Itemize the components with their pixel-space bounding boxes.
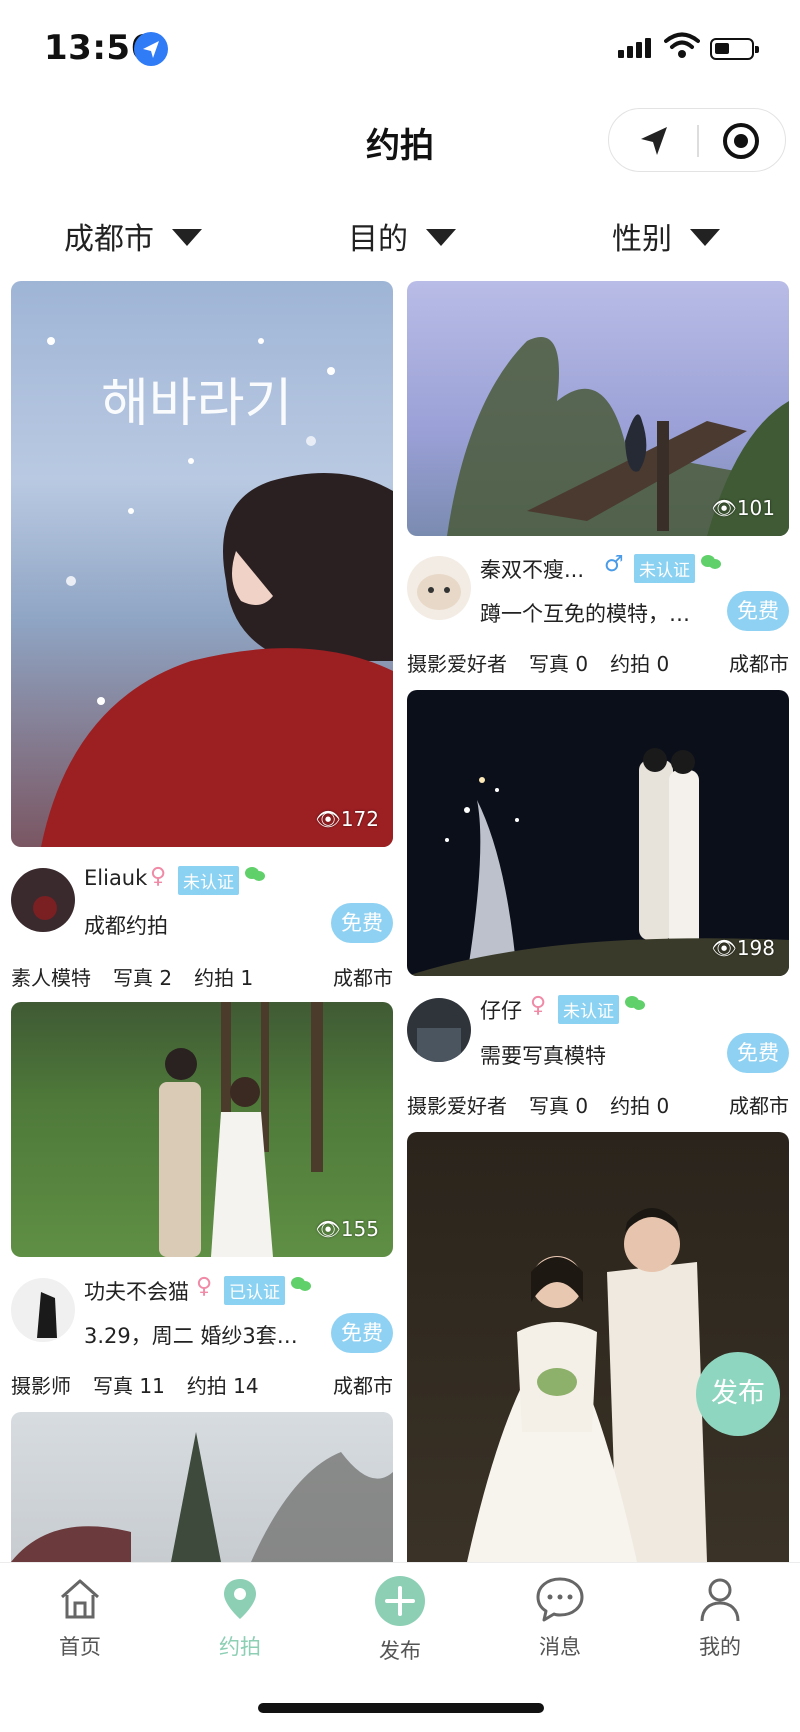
eye-icon: 👁 (315, 1217, 341, 1241)
home-icon (61, 1579, 99, 1619)
svg-text:해바라기: 해바라기 (101, 374, 292, 434)
eye-icon: 👁 (711, 496, 737, 520)
avatar[interactable] (11, 868, 75, 932)
post-photo[interactable]: 👁198 (407, 690, 789, 976)
cellular-signal-icon (618, 38, 654, 58)
female-icon: ♀ (530, 993, 547, 1018)
username[interactable]: 功夫不会猫 (84, 1276, 189, 1306)
location-pin-icon (224, 1579, 256, 1619)
post-description[interactable]: 蹲一个互免的模特，我... (480, 598, 710, 628)
tab-mine[interactable]: 我的 (660, 1575, 780, 1661)
post-photo[interactable] (11, 1412, 393, 1562)
user-stats: 素人模特 写真 2 约拍 1 (11, 966, 254, 990)
wifi-icon (664, 32, 700, 64)
dropdown-arrow-icon (690, 229, 720, 246)
filter-purpose[interactable]: 目的 (348, 214, 456, 258)
post-description[interactable]: 需要写真模特 (480, 1040, 710, 1070)
username[interactable]: 仔仔 (480, 995, 522, 1025)
verify-badge: 未认证 (558, 995, 619, 1024)
female-icon: ♀ (150, 864, 167, 889)
post-photo[interactable] (407, 1132, 789, 1562)
city-label: 成都市 (729, 1094, 789, 1118)
username[interactable]: Eliauk (84, 866, 147, 890)
avatar[interactable] (407, 556, 471, 620)
wechat-icon (290, 1276, 312, 1296)
view-count: 👁155 (315, 1217, 379, 1241)
tab-home[interactable]: 首页 (20, 1575, 140, 1661)
verify-badge: 未认证 (178, 866, 239, 895)
post-photo[interactable]: 👁155 (11, 1002, 393, 1257)
wechat-icon (700, 554, 722, 574)
eye-icon: 👁 (315, 807, 341, 831)
price-badge: 免费 (331, 1313, 393, 1353)
post-description[interactable]: 成都约拍 (84, 910, 314, 940)
target-close-icon[interactable] (721, 121, 761, 165)
battery-icon (710, 38, 759, 60)
dropdown-arrow-icon (426, 229, 456, 246)
avatar[interactable] (407, 998, 471, 1062)
view-count: 👁198 (711, 936, 775, 960)
filter-gender[interactable]: 性别 (612, 214, 720, 258)
home-indicator (258, 1703, 544, 1713)
capsule-divider (697, 125, 699, 157)
post-photo[interactable]: 해바라기 👁172 (11, 281, 393, 847)
chat-bubble-icon (536, 1577, 584, 1622)
user-stats: 摄影爱好者 写真 0 约拍 0 (407, 652, 670, 676)
dropdown-arrow-icon (172, 229, 202, 246)
filter-city[interactable]: 成都市 (64, 214, 202, 258)
price-badge: 免费 (331, 903, 393, 943)
male-icon: ♂ (604, 552, 624, 577)
verify-badge: 未认证 (634, 554, 695, 583)
post-photo[interactable]: 👁101 (407, 281, 789, 536)
wechat-icon (624, 995, 646, 1015)
publish-fab-button[interactable]: 发布 (696, 1352, 780, 1436)
city-label: 成都市 (333, 966, 393, 990)
tab-messages[interactable]: 消息 (500, 1575, 620, 1661)
user-stats: 摄影师 写真 11 约拍 14 (11, 1374, 259, 1398)
user-icon (700, 1578, 740, 1622)
location-services-icon (134, 32, 168, 66)
mini-program-capsule[interactable] (608, 108, 786, 172)
view-count: 👁172 (315, 807, 379, 831)
navigation-arrow-icon[interactable] (637, 123, 673, 163)
city-label: 成都市 (729, 652, 789, 676)
plus-circle-icon (375, 1576, 425, 1626)
tab-publish[interactable]: 发布 (340, 1575, 460, 1665)
price-badge: 免费 (727, 591, 789, 631)
post-description[interactable]: 3.29，周二 婚纱3套互... (84, 1320, 314, 1350)
wechat-icon (244, 866, 266, 886)
tab-yuepai[interactable]: 约拍 (180, 1575, 300, 1661)
avatar[interactable] (11, 1278, 75, 1342)
female-icon: ♀ (196, 1274, 213, 1299)
price-badge: 免费 (727, 1033, 789, 1073)
verify-badge: 已认证 (224, 1276, 285, 1305)
username[interactable]: 秦双不瘦... (480, 554, 584, 584)
city-label: 成都市 (333, 1374, 393, 1398)
eye-icon: 👁 (711, 936, 737, 960)
user-stats: 摄影爱好者 写真 0 约拍 0 (407, 1094, 670, 1118)
view-count: 👁101 (711, 496, 775, 520)
